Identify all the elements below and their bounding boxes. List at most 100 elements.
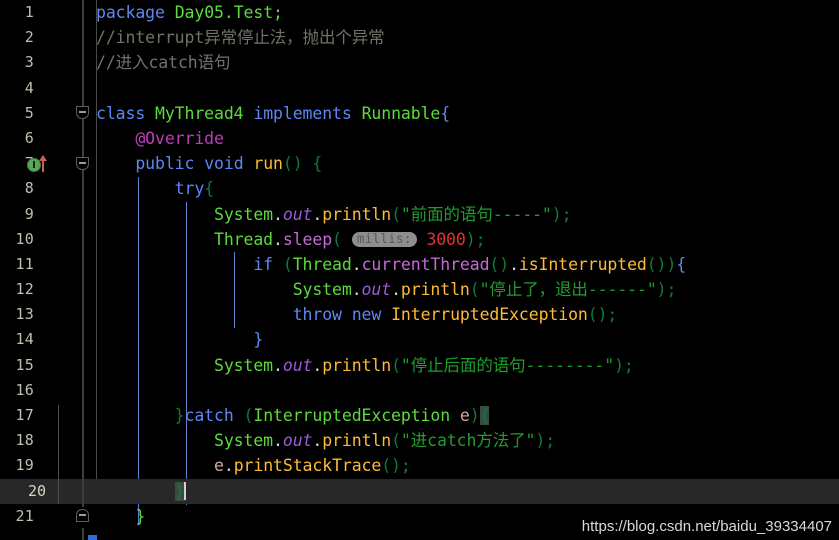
scroll-indicator-icon	[88, 535, 97, 540]
token-string: "进catch方法了"	[400, 431, 536, 451]
token-method-println: println	[322, 355, 392, 375]
token-method-name: run	[253, 154, 283, 174]
code-line-8[interactable]: try{	[96, 176, 839, 201]
fold-collapse-icon-line21[interactable]	[76, 509, 89, 522]
token-variable-e: e	[459, 406, 470, 425]
token-brace: {	[440, 103, 451, 123]
line-number: 9	[24, 204, 34, 223]
code-line-3[interactable]: //进入catch语句	[96, 50, 839, 75]
token-thread: Thread	[292, 254, 352, 274]
token-brace: {	[204, 179, 215, 199]
token-matched-brace: {	[479, 406, 490, 425]
code-line-16[interactable]	[96, 378, 839, 403]
line-number: 5	[24, 103, 34, 122]
override-arrow	[39, 155, 47, 173]
code-line-14[interactable]: }	[96, 327, 839, 352]
token-semicolon: ;	[273, 3, 283, 22]
token-method-println: println	[322, 204, 392, 224]
code-line-10[interactable]: Thread.sleep( millis: 3000);	[96, 227, 839, 252]
code-line-13[interactable]: throw new InterruptedException();	[96, 302, 839, 327]
code-line-12[interactable]: System.out.println("停止了，退出------");	[96, 277, 839, 302]
token-interface-name: Runnable	[361, 103, 441, 123]
token-brace: {	[312, 154, 323, 174]
token-keyword-try: try	[174, 179, 205, 199]
text-caret	[183, 481, 186, 500]
code-line-2[interactable]: //interrupt异常停止法，抛出个异常	[96, 25, 839, 50]
token-method-println: println	[400, 280, 470, 300]
indent-guide	[58, 405, 60, 481]
line-number: 2	[24, 28, 34, 47]
code-line-17[interactable]: }catch (InterruptedException e){	[96, 403, 839, 428]
code-line-9[interactable]: System.out.println("前面的语句-----");	[96, 202, 839, 227]
token-keyword: package	[96, 3, 165, 22]
indent-guide	[58, 479, 60, 505]
token-method-println: println	[322, 431, 392, 451]
folding-strip[interactable]	[70, 0, 96, 540]
line-number: 21	[15, 506, 34, 525]
inline-parameter-hint[interactable]: millis:	[351, 231, 417, 247]
token-number: 3000	[426, 229, 466, 249]
code-line-4[interactable]	[96, 76, 839, 101]
token-keyword-implements: implements	[253, 103, 352, 123]
code-line-20-current[interactable]: }	[96, 478, 839, 504]
code-line-19[interactable]: e.printStackTrace();	[96, 453, 839, 478]
code-line-6[interactable]: @Override	[96, 126, 839, 151]
line-number: 13	[15, 305, 34, 324]
fold-collapse-icon-line5[interactable]	[76, 106, 89, 119]
token-annotation: @Override	[135, 128, 224, 148]
line-number: 3	[24, 53, 34, 72]
line-number: 14	[15, 330, 34, 349]
token-keyword-class: class	[96, 103, 146, 123]
override-method-icon[interactable]	[27, 155, 53, 173]
token-field-out: out	[282, 204, 313, 224]
code-content[interactable]: package Day05.Test; //interrupt异常停止法，抛出个…	[96, 0, 839, 540]
token-method-printstacktrace: printStackTrace	[233, 456, 382, 476]
line-number: 6	[24, 128, 34, 147]
token-comment: //interrupt异常停止法，抛出个异常	[96, 28, 385, 48]
token-variable-e: e	[214, 456, 224, 476]
line-number: 11	[15, 254, 34, 273]
code-line-15[interactable]: System.out.println("停止后面的语句--------");	[96, 353, 839, 378]
token-method-isinterrupted: isInterrupted	[518, 254, 647, 274]
token-class-name: MyThread4	[155, 103, 244, 123]
token-method-currentthread: currentThread	[361, 254, 490, 274]
code-line-11[interactable]: if (Thread.currentThread().isInterrupted…	[96, 252, 839, 277]
line-number: 1	[24, 3, 34, 21]
token-string: "停止了，退出------"	[479, 280, 657, 300]
line-number: 10	[15, 229, 34, 248]
token-system: System	[214, 204, 274, 224]
fold-nub	[82, 528, 84, 540]
token-keyword-throw: throw	[292, 305, 342, 325]
line-number-current: 20	[27, 482, 46, 500]
token-system: System	[214, 355, 274, 375]
code-editor[interactable]: 1 2 3 4 5 6 7 8 9 10 11 12 13 14 15 16 1…	[0, 0, 839, 540]
token-keyword-void: void	[204, 154, 244, 174]
line-number: 15	[15, 355, 34, 374]
token-comment: //进入catch语句	[96, 53, 231, 73]
code-line-18[interactable]: System.out.println("进catch方法了");	[96, 428, 839, 453]
token-close-brace: }	[174, 406, 185, 425]
fold-collapse-icon-line7[interactable]	[76, 157, 89, 170]
token-type-exception: InterruptedException	[253, 406, 451, 425]
token-string: "前面的语句-----"	[400, 204, 552, 224]
line-number: 18	[15, 431, 34, 450]
token-keyword-public: public	[135, 154, 195, 174]
token-type-exception: InterruptedException	[391, 305, 588, 325]
code-line-5[interactable]: class MyThread4 implements Runnable{	[96, 101, 839, 126]
token-close-brace: }	[253, 330, 264, 350]
line-number: 12	[15, 280, 34, 299]
line-number: 4	[24, 78, 34, 97]
fold-region-line-top	[82, 0, 84, 107]
token-parens: ()	[282, 154, 303, 174]
token-keyword-if: if	[253, 254, 274, 274]
fold-region-line	[82, 113, 84, 507]
token-close-brace: }	[135, 506, 146, 526]
token-package-name: Day05.Test	[174, 3, 274, 22]
token-field-out: out	[361, 280, 392, 300]
token-thread: Thread	[214, 229, 274, 249]
token-system: System	[214, 431, 274, 451]
token-method-sleep: sleep	[282, 229, 333, 249]
line-number-20-overlay: 20	[20, 479, 46, 504]
code-line-1[interactable]: package Day05.Test;	[96, 0, 839, 25]
code-line-7[interactable]: public void run() {	[96, 151, 839, 176]
